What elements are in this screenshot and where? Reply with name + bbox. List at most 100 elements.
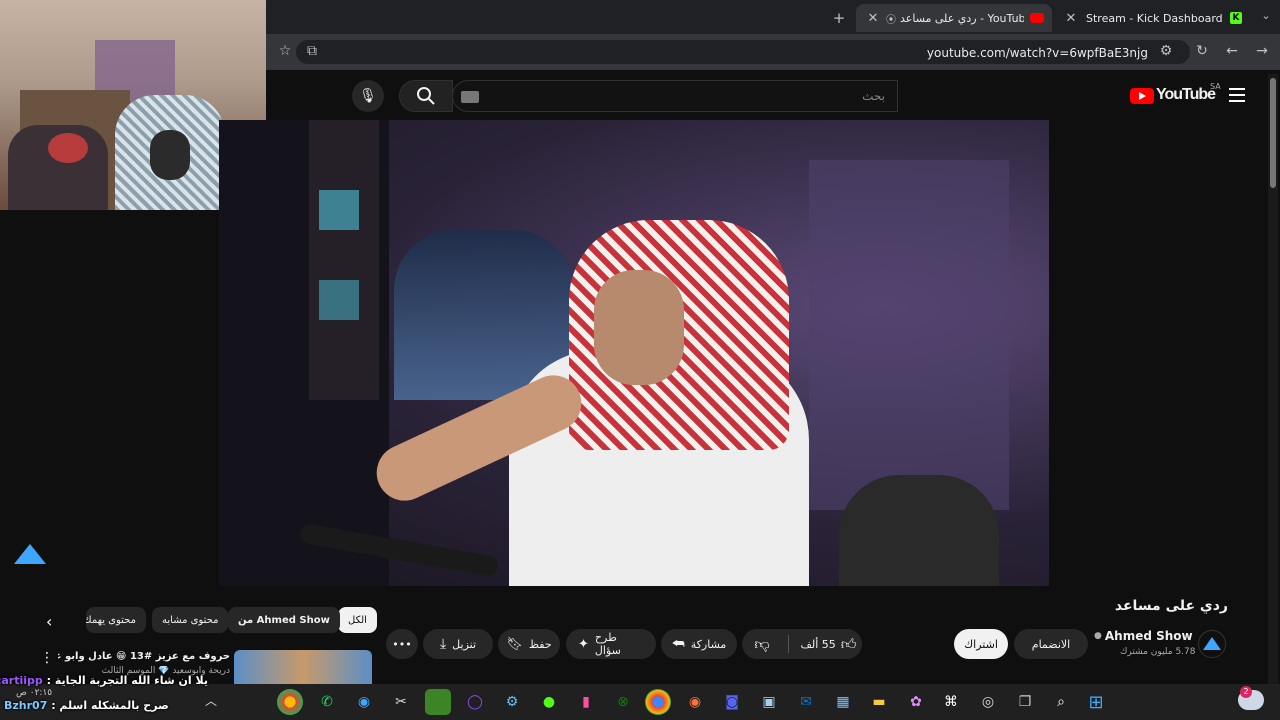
kick-favicon-icon: K <box>1230 12 1242 24</box>
keyboard-icon[interactable] <box>461 91 479 103</box>
sparkle-icon: ✦ <box>578 636 589 652</box>
chat-timestamp: ٠٢:١٥ ص <box>16 688 53 698</box>
tab-search-chevron-icon[interactable]: ⌄ <box>1256 9 1276 22</box>
chat-message: صرح بالمشكله اسلم : Bzhr07 <box>4 699 169 712</box>
join-button[interactable]: الانضمام <box>1014 629 1088 659</box>
chat-message-text: صرح بالمشكله اسلم <box>59 699 169 712</box>
install-app-icon[interactable]: ⧉ <box>302 43 322 59</box>
shelf-light <box>319 190 359 230</box>
capcut-desktop-icon[interactable]: ⌘ <box>938 689 964 715</box>
tab-title: Stream - Kick Dashboard <box>1086 11 1223 25</box>
kick-app-icon[interactable]: ● <box>536 689 562 715</box>
reload-icon[interactable]: ↻ <box>1192 43 1212 59</box>
chips-scroll-left-icon[interactable]: ‹ <box>46 612 52 631</box>
copilot-icon[interactable]: ✿ <box>903 689 929 715</box>
hamburger-menu-icon[interactable] <box>1229 88 1245 102</box>
related-video-thumbnail[interactable] <box>234 650 372 684</box>
verified-badge-icon: ● <box>1094 631 1102 641</box>
chat-message-text: يلا ان شاء الله التجربة الجاية <box>54 674 208 687</box>
page-scrollbar[interactable] <box>1268 74 1278 684</box>
taskbar-search-icon[interactable]: ⌕ <box>1048 689 1074 715</box>
headphones <box>150 130 190 180</box>
discord-icon[interactable]: ◙ <box>719 689 745 715</box>
chair <box>839 475 999 586</box>
video-title: ردي على مساعد <box>1114 598 1228 614</box>
like-dislike-group: 👎︎ 55 ألف 👍︎ <box>742 629 862 659</box>
tab-kick[interactable]: ✕ Stream - Kick Dashboard K <box>1054 4 1250 32</box>
youtube-logo-icon[interactable] <box>1130 88 1154 104</box>
new-tab-icon[interactable]: + <box>829 9 849 27</box>
bookmark-icon: 🔖︎ <box>506 636 523 652</box>
edge-icon[interactable]: ◉ <box>351 689 377 715</box>
channel-name-row[interactable]: ● Ahmed Show <box>1094 629 1193 643</box>
chip-from-channel[interactable]: من Ahmed Show <box>228 607 340 633</box>
capcut-icon[interactable]: ✂ <box>388 689 414 715</box>
video-player[interactable] <box>219 120 1049 586</box>
search-button[interactable] <box>399 80 453 112</box>
chrome-icon[interactable] <box>645 689 671 715</box>
ask-button[interactable]: ✦ طرح سؤال <box>566 629 656 659</box>
store-icon[interactable]: ▦ <box>830 689 856 715</box>
chip-similar[interactable]: محتوى مشابه <box>152 607 229 633</box>
url-text[interactable]: youtube.com/watch?v=6wpfBaE3njg <box>927 46 1148 60</box>
region-code: SA <box>1210 82 1221 91</box>
forward-icon[interactable]: ← <box>1222 43 1242 59</box>
site-settings-icon[interactable]: ⚙ <box>1156 43 1176 59</box>
more-vertical-icon[interactable]: ⋮ <box>40 650 54 666</box>
whatsapp-icon[interactable]: ✆ <box>314 689 340 715</box>
share-icon: ⮪ <box>671 636 685 652</box>
bookshelf <box>309 120 379 400</box>
search-placeholder: بحث <box>862 89 885 103</box>
shelf-light <box>319 280 359 320</box>
voice-search-icon[interactable]: 🎙 <box>352 80 384 112</box>
windows-start-icon[interactable]: ⊞ <box>1083 689 1109 715</box>
related-video-title[interactable]: حروف مع عزيز #13 😁 عادل وابو عمر - <box>58 651 230 662</box>
more-horizontal-icon: ••• <box>392 637 412 651</box>
share-button[interactable]: ⮪ مشاركة <box>661 629 737 659</box>
scrollbar-thumb[interactable] <box>1270 78 1276 188</box>
like-button[interactable]: 55 ألف 👍︎ <box>795 635 862 654</box>
search-input[interactable]: بحث <box>452 80 898 112</box>
search-icon <box>417 87 435 105</box>
youtube-favicon-icon <box>1030 13 1044 23</box>
subscriber-count: 5.78 مليون مشترك <box>1120 647 1196 657</box>
pink-app-icon[interactable]: ▮ <box>573 689 599 715</box>
dislike-icon[interactable]: 👎︎ <box>742 635 782 654</box>
task-view-icon[interactable]: ❐ <box>1012 689 1038 715</box>
chair-logo <box>48 133 88 163</box>
back-icon[interactable]: → <box>1252 43 1272 59</box>
chrome-canary-icon[interactable] <box>277 689 303 715</box>
left-blank-area <box>0 210 219 590</box>
youtube-logo-text[interactable]: YouTube <box>1156 86 1216 104</box>
xbox-icon[interactable]: ⊗ <box>610 689 636 715</box>
channel-name[interactable]: Ahmed Show <box>1105 629 1193 643</box>
obs-icon[interactable]: ◯ <box>462 689 488 715</box>
firefox-icon[interactable]: ◉ <box>682 689 708 715</box>
download-button[interactable]: ⤓ تنزيل <box>423 629 493 659</box>
close-tab-icon[interactable]: ✕ <box>864 11 882 26</box>
file-explorer-icon[interactable]: ▬ <box>866 689 892 715</box>
display-app-icon[interactable]: ▣ <box>756 689 782 715</box>
download-icon: ⤓ <box>439 636 447 652</box>
minecraft-icon[interactable] <box>425 689 451 715</box>
tab-youtube[interactable]: ✕ ⦿ ردي على مساعد - YouTube <box>856 4 1052 32</box>
tab-title: ردي على مساعد - YouTube <box>900 11 1024 25</box>
chip-all[interactable]: الكل <box>338 607 377 633</box>
bookmark-star-icon[interactable]: ☆ <box>275 43 295 59</box>
close-tab-icon[interactable]: ✕ <box>1062 11 1080 26</box>
steam-icon[interactable]: ⚙ <box>499 689 525 715</box>
chat-message: يلا ان شاء الله التجربة الجاية : cartiip… <box>0 674 208 687</box>
recorder-icon[interactable]: ◎ <box>975 689 1001 715</box>
channel-avatar[interactable] <box>1198 630 1226 658</box>
like-count: 55 ألف <box>800 637 836 651</box>
chip-for-you[interactable]: محتوى يهمك <box>86 607 146 633</box>
back-wall <box>809 160 1009 510</box>
save-button[interactable]: 🔖︎ حفظ <box>498 629 560 659</box>
outlook-icon[interactable]: ✉ <box>793 689 819 715</box>
subscribe-button[interactable]: اشتراك <box>954 629 1008 659</box>
cast-icon: ⦿ <box>886 14 896 26</box>
like-icon: 👍︎ <box>840 634 857 653</box>
stream-logo-icon <box>14 544 46 564</box>
more-actions-button[interactable]: ••• <box>386 629 418 659</box>
chat-username: Bzhr07 <box>4 699 48 712</box>
